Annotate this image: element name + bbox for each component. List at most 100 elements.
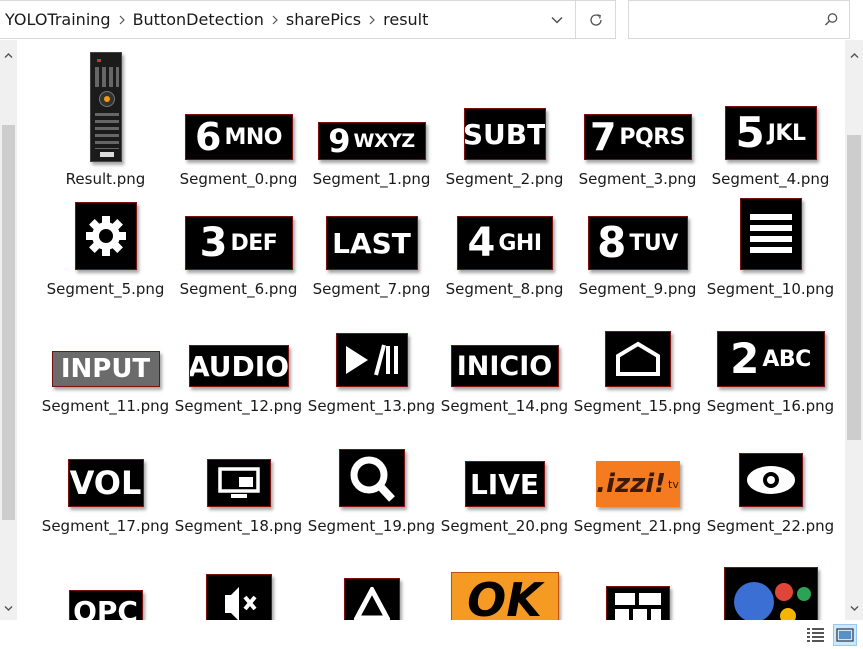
segment-thumbnail: 2 ABC [716,331,825,387]
file-item[interactable] [704,562,837,620]
breadcrumb[interactable]: YOLOTraining ButtonDetection sharePics r… [0,0,576,39]
breadcrumb-sharepics[interactable]: sharePics [286,10,361,29]
breadcrumb-buttondetection[interactable]: ButtonDetection [133,10,264,29]
file-name: Segment_5.png [46,280,165,298]
chevron-down-icon[interactable] [540,5,574,35]
segment-thumbnail: OPC [68,590,143,620]
menu-lines-icon [739,198,802,270]
file-name: Segment_11.png [41,397,170,415]
segment-thumbnail: 9 WXYZ [317,122,426,160]
file-item[interactable]: 2 ABC Segment_16.png [704,322,837,442]
segment-thumbnail: LAST [325,216,418,270]
segment-thumbnail: 6 MNO [184,114,293,160]
file-item[interactable]: Segment_10.png [704,195,837,325]
file-item[interactable]: Segment_13.png [305,322,438,442]
file-name: Segment_14.png [440,397,569,415]
file-item[interactable]: Segment_5.png [39,195,172,305]
grid-icon [605,586,670,620]
file-name: Segment_15.png [573,397,702,415]
file-item[interactable]: 4 GHI Segment_8.png [438,195,571,305]
scroll-up-arrow-icon[interactable] [849,50,860,61]
scrollbar-thumb[interactable] [2,125,15,520]
address-bar: YOLOTraining ButtonDetection sharePics r… [0,0,863,40]
file-item[interactable]: INPUT Segment_11.png [39,322,172,442]
file-name: Result.png [65,170,146,188]
segment-thumbnail: 3 DEF [184,216,293,270]
search-icon[interactable] [824,12,839,27]
file-name: Segment_4.png [711,170,830,188]
mute-icon [205,574,272,620]
file-item[interactable]: INICIO Segment_14.png [438,322,571,442]
breadcrumb-yolotraining[interactable]: YOLOTraining [5,10,111,29]
file-name: Segment_22.png [706,517,835,535]
magnifier-icon [338,449,405,507]
home-outline-icon [604,331,671,387]
refresh-button[interactable] [576,0,616,39]
file-item[interactable]: 3 DEF Segment_6.png [172,195,305,305]
search-box[interactable] [628,0,850,39]
play-pause-icon [335,333,408,387]
large-icons-view-button[interactable] [833,624,857,646]
file-name: Segment_8.png [445,280,564,298]
vertical-scrollbar[interactable] [845,40,863,620]
search-input[interactable] [635,9,815,31]
chevron-right-icon[interactable] [111,15,133,25]
file-name: Segment_18.png [174,517,303,535]
file-item[interactable]: 7 PQRS Segment_3.png [571,40,704,190]
file-item[interactable]: AUDIO Segment_12.png [172,322,305,442]
file-item[interactable]: LIVE Segment_20.png [438,442,571,562]
ok-button-thumbnail: OK [450,572,559,620]
assistant-dots-icon [723,567,818,620]
scrollbar-thumb[interactable] [847,135,861,440]
file-item[interactable]: 6 MNO Segment_0.png [172,40,305,190]
status-bar [0,620,863,649]
chevron-right-icon[interactable] [361,15,383,25]
izzi-logo-thumbnail: .izzi! tv [595,461,680,507]
breadcrumb-result[interactable]: result [383,10,428,29]
file-item[interactable] [571,562,704,620]
file-item[interactable]: .izzi! tv Segment_21.png [571,442,704,562]
segment-thumbnail: 7 PQRS [583,114,692,160]
file-item[interactable]: OPC [39,562,172,620]
file-name: Segment_0.png [179,170,298,188]
file-item[interactable]: Segment_22.png [704,442,837,562]
segment-thumbnail: 8 TUV [587,216,688,270]
file-name: Segment_13.png [307,397,436,415]
file-item[interactable]: 5 JKL Segment_4.png [704,40,837,190]
file-item[interactable]: 9 WXYZ Segment_1.png [305,40,438,190]
refresh-icon [589,13,602,26]
file-name: Segment_10.png [706,280,835,298]
file-item[interactable] [172,562,305,620]
segment-thumbnail: INICIO [450,345,559,387]
remote-control-thumbnail [89,52,122,162]
file-item[interactable] [305,562,438,620]
file-item[interactable]: 8 TUV Segment_9.png [571,195,704,305]
file-item[interactable]: Segment_19.png [305,442,438,562]
file-name: Segment_9.png [578,280,697,298]
file-item[interactable]: Result.png [39,40,172,190]
file-item[interactable]: VOL Segment_17.png [39,442,172,562]
segment-thumbnail: VOL [67,459,144,507]
chevron-right-icon[interactable] [264,15,286,25]
file-item[interactable]: OK [438,562,571,620]
scroll-down-arrow-icon[interactable] [3,603,14,614]
segment-thumbnail: 5 JKL [724,106,817,160]
file-item[interactable]: Segment_18.png [172,442,305,562]
segment-thumbnail: SUBT [463,108,546,160]
navigation-pane-scrollbar[interactable] [0,40,17,620]
segment-thumbnail: 4 GHI [456,216,553,270]
file-item[interactable]: LAST Segment_7.png [305,195,438,305]
file-name: Segment_7.png [312,280,431,298]
scroll-up-arrow-icon[interactable] [3,50,14,61]
file-name: Segment_1.png [312,170,431,188]
segment-thumbnail: LIVE [464,461,545,507]
screen-mirror-icon [206,459,271,507]
file-list-view[interactable]: Result.png 6 MNO Segment_0.png 9 WXYZ Segm… [17,40,845,620]
file-item[interactable]: SUBT Segment_2.png [438,40,571,190]
file-item[interactable]: Segment_15.png [571,322,704,442]
file-name: Segment_12.png [174,397,303,415]
segment-thumbnail: INPUT [51,351,160,387]
details-view-button[interactable] [806,626,826,644]
scroll-down-arrow-icon[interactable] [849,603,860,614]
file-name: Segment_16.png [706,397,835,415]
